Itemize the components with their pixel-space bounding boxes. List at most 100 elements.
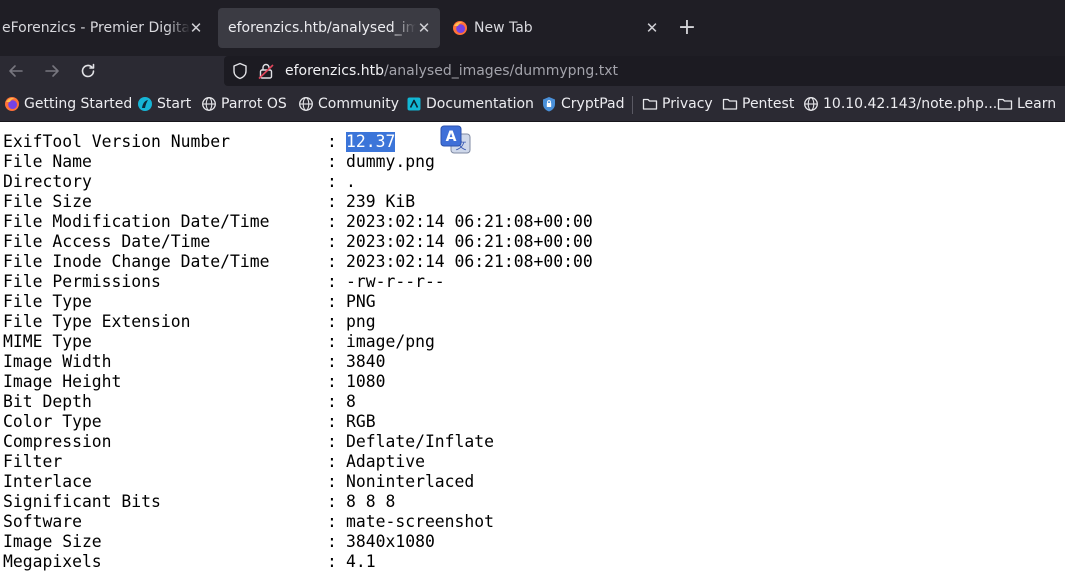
close-icon[interactable]: ✕: [188, 8, 204, 48]
exif-value: 2023:02:14 06:21:08+00:00: [346, 232, 593, 251]
exif-label: Image Width: [3, 352, 112, 371]
globe-icon: [804, 97, 818, 111]
tab-analysed-image[interactable]: eforenzics.htb/analysed_images/dummypng.…: [218, 8, 440, 48]
bookmarks-toolbar: Getting Started Start Parrot OS Communit…: [0, 86, 1065, 122]
bookmark-getting-started[interactable]: Getting Started: [4, 86, 132, 122]
reload-button[interactable]: [74, 56, 102, 86]
translate-icon[interactable]: 文 A: [440, 125, 472, 157]
parrot-icon: [138, 97, 152, 111]
bookmark-label: Getting Started: [24, 96, 133, 112]
exif-label: Megapixels: [3, 552, 102, 571]
url-bar[interactable]: eforenzics.htb/analysed_images/dummypng.…: [224, 56, 1065, 86]
folder-icon: [642, 98, 658, 110]
exif-label: Directory: [3, 172, 92, 191]
exif-separator: :: [327, 292, 337, 311]
bookmark-separator: [632, 96, 633, 114]
exif-label: Color Type: [3, 412, 102, 431]
exif-value: 8 8 8: [346, 492, 396, 511]
exif-label: Software: [3, 512, 82, 531]
bookmark-label: Learn: [1017, 96, 1057, 112]
exif-separator: :: [327, 332, 337, 351]
exif-separator: :: [327, 152, 337, 171]
exif-value-selected: 12.37: [346, 132, 396, 152]
exif-value: dummy.png: [346, 152, 435, 171]
exif-value: 3840: [346, 352, 386, 371]
exif-value: Noninterlaced: [346, 472, 475, 491]
exif-separator: :: [327, 252, 337, 271]
exif-separator: :: [327, 412, 337, 431]
exif-separator: :: [327, 552, 337, 571]
bookmark-label: Pentest: [742, 96, 795, 112]
bookmark-folder-learn[interactable]: Learn: [997, 86, 1056, 122]
exif-separator: :: [327, 132, 337, 151]
exif-value: png: [346, 312, 376, 331]
exif-value: RGB: [346, 412, 376, 431]
navigation-toolbar: eforenzics.htb/analysed_images/dummypng.…: [0, 56, 1065, 86]
bookmark-cryptpad[interactable]: CryptPad: [541, 86, 624, 122]
documentation-icon: [407, 97, 421, 111]
exif-label: Filter: [3, 452, 63, 471]
exif-label: File Type Extension: [3, 312, 191, 331]
exif-label: Image Height: [3, 372, 122, 391]
bookmark-folder-privacy[interactable]: Privacy: [642, 86, 713, 122]
exif-value: PNG: [346, 292, 376, 311]
url-path: /analysed_images/dummypng.txt: [383, 63, 618, 79]
translate-glyph-a: A: [446, 129, 457, 145]
exif-separator: :: [327, 532, 337, 551]
exif-label: File Type: [3, 292, 92, 311]
exif-label: File Name: [3, 152, 92, 171]
tracking-protection-shield-icon[interactable]: [232, 62, 248, 80]
exif-separator: :: [327, 212, 337, 231]
exif-value: 2023:02:14 06:21:08+00:00: [346, 212, 593, 231]
tab-title: eforenzics.htb/analysed_images/dummypng.…: [228, 20, 416, 36]
exif-separator: :: [327, 492, 337, 511]
firefox-icon: [453, 21, 467, 35]
bookmark-start[interactable]: Start: [137, 86, 191, 122]
back-button[interactable]: [2, 56, 30, 86]
folder-icon: [722, 98, 738, 110]
exif-separator: :: [327, 472, 337, 491]
exif-label: File Size: [3, 192, 92, 211]
bookmark-note-php[interactable]: 10.10.42.143/note.php...: [803, 86, 997, 122]
bookmark-documentation[interactable]: Documentation: [406, 86, 534, 122]
exif-label: Significant Bits: [3, 492, 161, 511]
close-icon[interactable]: ✕: [416, 8, 432, 48]
url-text[interactable]: eforenzics.htb/analysed_images/dummypng.…: [285, 56, 618, 86]
bookmark-label: Privacy: [662, 96, 713, 112]
tab-eforenzics-home[interactable]: eForenzics - Premier Digital Forensics ✕: [0, 8, 212, 48]
exif-value: Deflate/Inflate: [346, 432, 495, 451]
reload-icon: [81, 63, 95, 78]
cryptpad-shield-icon: [543, 97, 555, 112]
close-icon[interactable]: ✕: [644, 8, 660, 48]
firefox-icon: [5, 97, 19, 111]
bookmark-label: Start: [157, 96, 192, 112]
page-content: ExifTool Version Number:12.37 File Name: d…: [0, 122, 1065, 583]
bookmark-label: Community: [318, 96, 400, 112]
exif-label: File Permissions: [3, 272, 161, 291]
exif-separator: :: [327, 172, 337, 191]
bookmark-label: Documentation: [426, 96, 534, 112]
forward-button[interactable]: [38, 56, 66, 86]
exif-value: 239 KiB: [346, 192, 416, 211]
exif-value: 8: [346, 392, 356, 411]
tab-new-tab[interactable]: New Tab ✕: [446, 8, 668, 48]
bookmark-label: Parrot OS: [221, 96, 287, 112]
exif-value: 1080: [346, 372, 386, 391]
bookmark-parrot-os[interactable]: Parrot OS: [201, 86, 287, 122]
folder-icon: [997, 98, 1013, 110]
exif-label: File Inode Change Date/Time: [3, 252, 270, 271]
insecure-lock-icon[interactable]: [258, 62, 274, 80]
exif-separator: :: [327, 352, 337, 371]
exif-label: File Modification Date/Time: [3, 212, 270, 231]
exif-separator: :: [327, 392, 337, 411]
bookmark-label: CryptPad: [561, 96, 625, 112]
exif-value: image/png: [346, 332, 435, 351]
bookmark-community[interactable]: Community: [298, 86, 399, 122]
bookmark-folder-pentest[interactable]: Pentest: [722, 86, 794, 122]
exif-label: Compression: [3, 432, 112, 451]
globe-icon: [202, 97, 216, 111]
exif-label: MIME Type: [3, 332, 92, 351]
new-tab-button[interactable]: +: [674, 14, 700, 42]
exif-value: 4.1: [346, 552, 376, 571]
tab-title: eForenzics - Premier Digital Forensics: [2, 20, 190, 36]
